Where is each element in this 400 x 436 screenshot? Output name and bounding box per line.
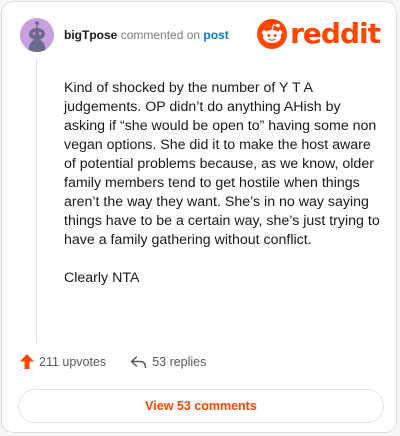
upvote-count: 211 upvotes <box>39 354 107 369</box>
comment-body: Kind of shocked by the number of Y T A j… <box>64 79 382 307</box>
user-avatar[interactable] <box>20 18 54 52</box>
username-link[interactable]: bigTpose <box>64 28 117 42</box>
comment-actions: 211 upvotes 53 replies <box>20 354 206 369</box>
upvote-button[interactable]: 211 upvotes <box>20 354 106 369</box>
post-link[interactable]: post <box>203 28 228 42</box>
comment-paragraph: Kind of shocked by the number of Y T A j… <box>64 80 380 248</box>
upvote-arrow-icon <box>20 354 34 369</box>
comment-meta: bigTpose commented on post <box>64 28 229 42</box>
reddit-logo[interactable]: reddit <box>257 17 381 50</box>
comment-paragraph: Clearly NTA <box>64 270 140 286</box>
view-comments-label: View 53 comments <box>145 399 257 413</box>
comment-card: bigTpose commented on post reddit Kind o… <box>1 1 397 433</box>
snoo-avatar-icon <box>20 18 54 52</box>
thread-line[interactable] <box>36 58 37 343</box>
view-comments-button[interactable]: View 53 comments <box>18 389 384 423</box>
commented-on-text: commented on <box>120 28 201 42</box>
replies-count: 53 replies <box>152 354 207 369</box>
reddit-wordmark: reddit <box>290 17 381 50</box>
reddit-snoo-icon <box>257 19 288 49</box>
replies-button[interactable]: 53 replies <box>130 355 206 369</box>
reply-arrow-icon <box>130 355 147 368</box>
